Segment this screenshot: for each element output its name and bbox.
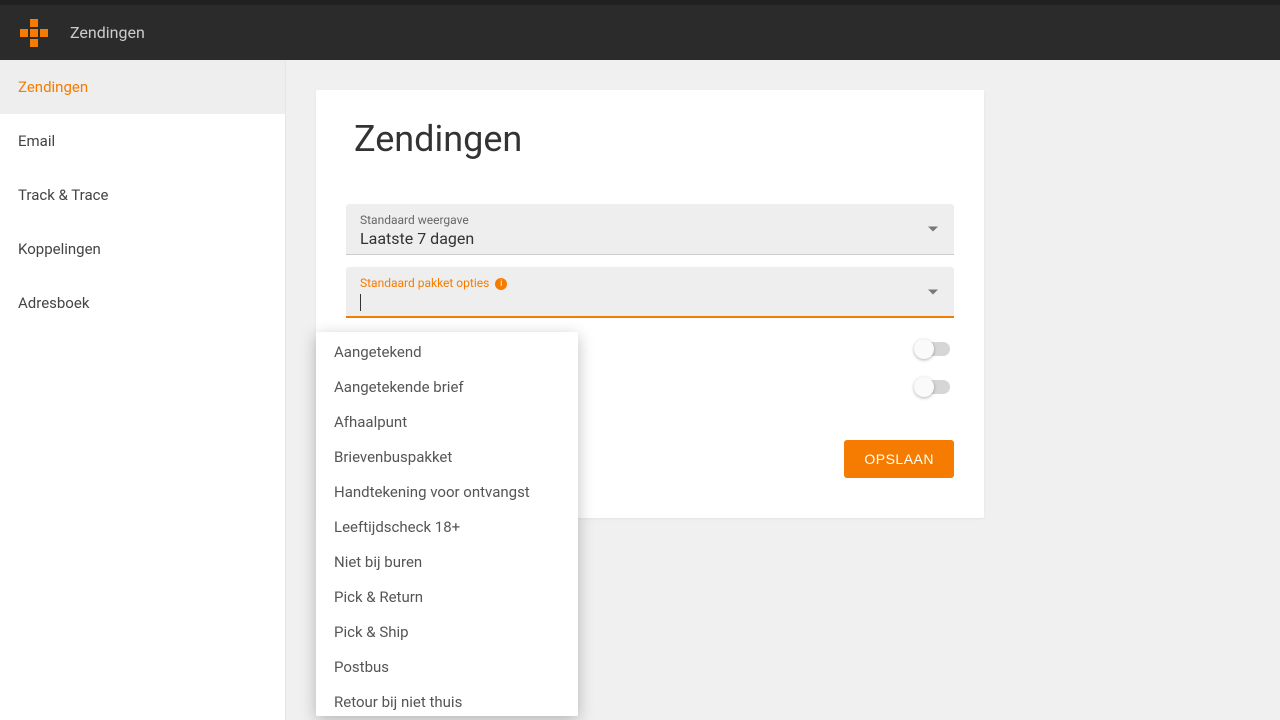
default-package-options-label: Standaard pakket opties i [360, 276, 940, 290]
dropdown-option[interactable]: Pick & Return [316, 580, 578, 615]
dropdown-option[interactable]: Afhaalpunt [316, 405, 578, 440]
dropdown-option[interactable]: Pick & Ship [316, 615, 578, 650]
page-title: Zendingen [346, 118, 954, 160]
default-package-options-select[interactable]: Standaard pakket opties i [346, 267, 954, 318]
sidebar-item-koppelingen[interactable]: Koppelingen [0, 222, 285, 276]
default-view-label: Standaard weergave [360, 213, 940, 227]
dropdown-option[interactable]: Brievenbuspakket [316, 440, 578, 475]
toggle-1[interactable] [916, 342, 950, 356]
text-cursor-icon [360, 294, 361, 311]
default-package-options-value [360, 290, 940, 311]
sidebar-item-adresboek[interactable]: Adresboek [0, 276, 285, 330]
chevron-down-icon [928, 289, 938, 294]
app-logo-icon [20, 19, 48, 47]
chevron-down-icon [928, 227, 938, 232]
topbar: Zendingen [0, 0, 1280, 60]
sidebar-item-label: Track & Trace [18, 186, 108, 204]
sidebar: Zendingen Email Track & Trace Koppelinge… [0, 60, 286, 720]
toggle-2[interactable] [916, 380, 950, 394]
sidebar-item-label: Adresboek [18, 294, 89, 312]
dropdown-option[interactable]: Handtekening voor ontvangst [316, 475, 578, 510]
sidebar-item-zendingen[interactable]: Zendingen [0, 60, 285, 114]
toggle-knob [914, 377, 934, 397]
info-icon: i [495, 278, 507, 290]
sidebar-item-email[interactable]: Email [0, 114, 285, 168]
dropdown-option[interactable]: Retour bij niet thuis [316, 685, 578, 716]
save-button[interactable]: OPSLAAN [844, 440, 954, 478]
sidebar-item-track-trace[interactable]: Track & Trace [0, 168, 285, 222]
sidebar-item-label: Koppelingen [18, 240, 101, 258]
content-area: Zendingen Standaard weergave Laatste 7 d… [286, 60, 1280, 720]
package-options-dropdown[interactable]: Aangetekend Aangetekende brief Afhaalpun… [316, 332, 578, 716]
dropdown-option[interactable]: Leeftijdscheck 18+ [316, 510, 578, 545]
dropdown-option[interactable]: Aangetekend [316, 332, 578, 370]
toggle-knob [914, 339, 934, 359]
dropdown-option[interactable]: Aangetekende brief [316, 370, 578, 405]
dropdown-option[interactable]: Postbus [316, 650, 578, 685]
default-view-select[interactable]: Standaard weergave Laatste 7 dagen [346, 204, 954, 255]
dropdown-option[interactable]: Niet bij buren [316, 545, 578, 580]
topbar-title: Zendingen [70, 23, 145, 42]
default-view-value: Laatste 7 dagen [360, 227, 940, 248]
sidebar-item-label: Email [18, 132, 55, 150]
sidebar-item-label: Zendingen [18, 78, 88, 96]
